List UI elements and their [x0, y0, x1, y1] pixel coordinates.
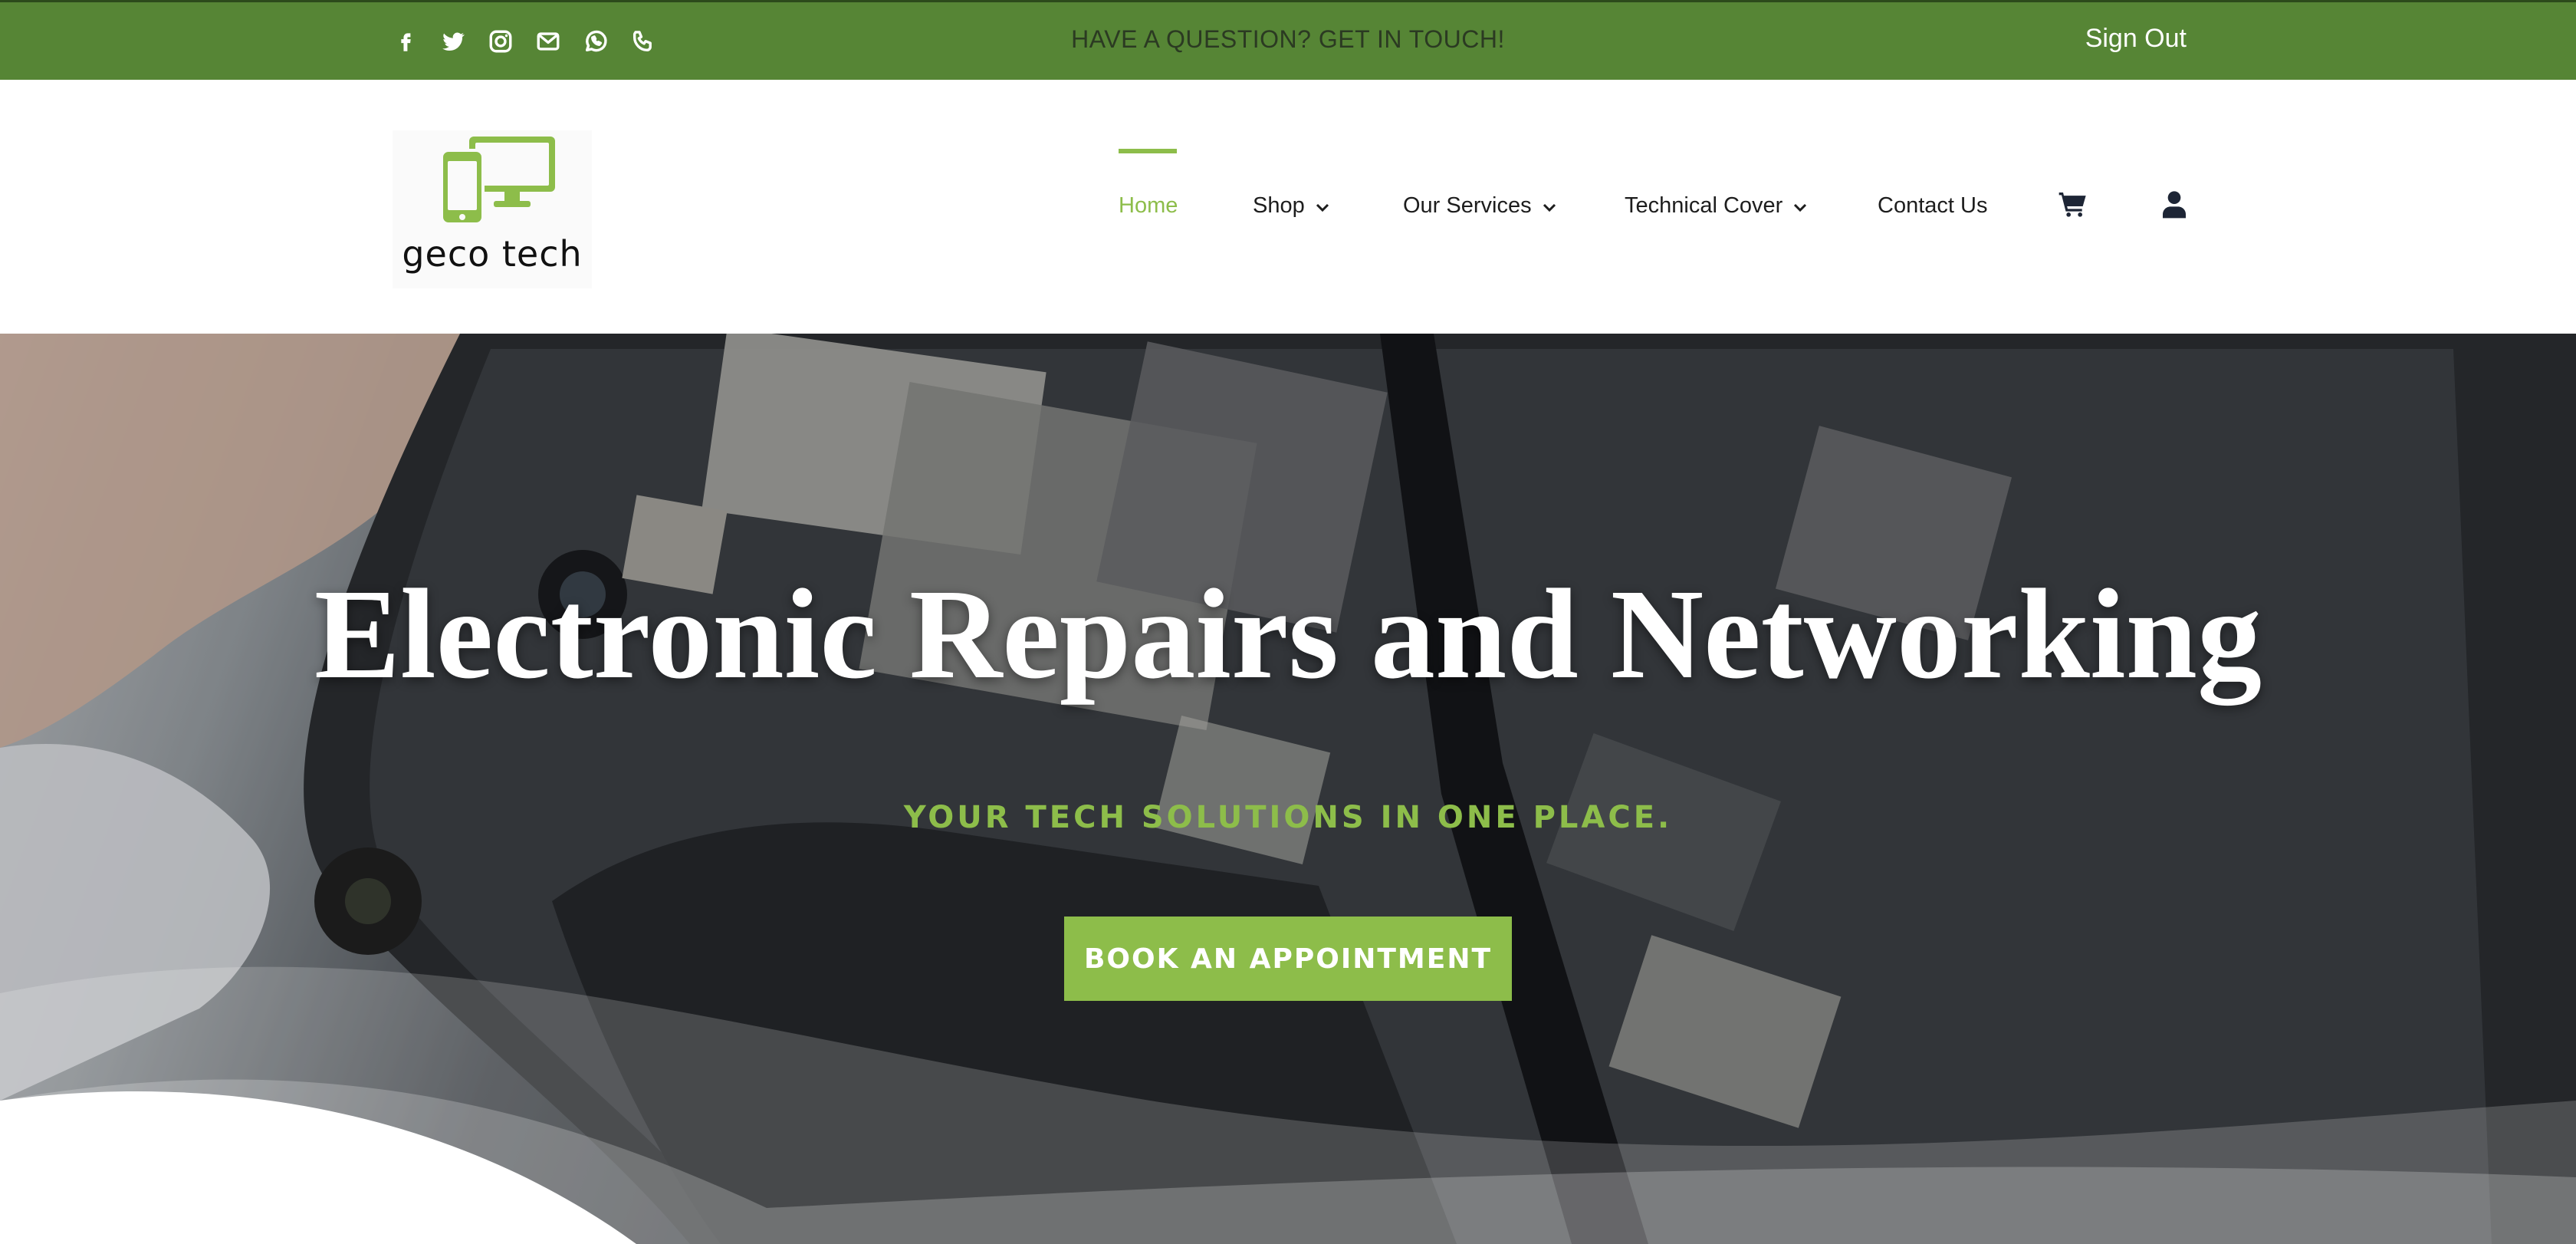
- main-nav: Home Shop Our Services Technical Cover C…: [0, 149, 2576, 232]
- nav-technical-cover-label: Technical Cover: [1625, 193, 1783, 218]
- nav-shop[interactable]: Shop: [1253, 193, 1329, 219]
- nav-shop-label: Shop: [1253, 193, 1305, 218]
- chevron-down-icon: [1316, 193, 1329, 219]
- nav-home-label: Home: [1119, 193, 1178, 218]
- chevron-down-icon: [1543, 193, 1556, 219]
- hero-title: Electronic Repairs and Networking: [314, 563, 2262, 706]
- sign-out-link[interactable]: Sign Out: [2085, 24, 2187, 54]
- nav-home[interactable]: Home: [1119, 193, 1178, 219]
- hero-banner: Electronic Repairs and Networking YOUR T…: [0, 334, 2576, 1244]
- active-indicator: [1119, 149, 1177, 153]
- nav-technical-cover[interactable]: Technical Cover: [1625, 193, 1807, 219]
- nav-contact-us[interactable]: Contact Us: [1878, 193, 1987, 219]
- nav-our-services[interactable]: Our Services: [1403, 193, 1556, 219]
- hero-subtitle: YOUR TECH SOLUTIONS IN ONE PLACE.: [903, 800, 1673, 835]
- nav-our-services-label: Our Services: [1403, 193, 1532, 218]
- contact-prompt: HAVE A QUESTION? GET IN TOUCH!: [1071, 25, 1505, 53]
- site-header: geco tech Home Shop Our Services Technic…: [0, 80, 2576, 334]
- nav-contact-us-label: Contact Us: [1878, 193, 1988, 218]
- top-bar: HAVE A QUESTION? GET IN TOUCH! Sign Out: [0, 0, 2576, 80]
- user-icon[interactable]: [2159, 189, 2190, 223]
- logo-text: geco tech: [402, 233, 583, 275]
- hero-background-image: [0, 334, 2576, 1244]
- chevron-down-icon: [1793, 193, 1807, 219]
- book-appointment-button[interactable]: BOOK AN APPOINTMENT: [1064, 917, 1512, 1001]
- cart-icon[interactable]: [2058, 189, 2088, 223]
